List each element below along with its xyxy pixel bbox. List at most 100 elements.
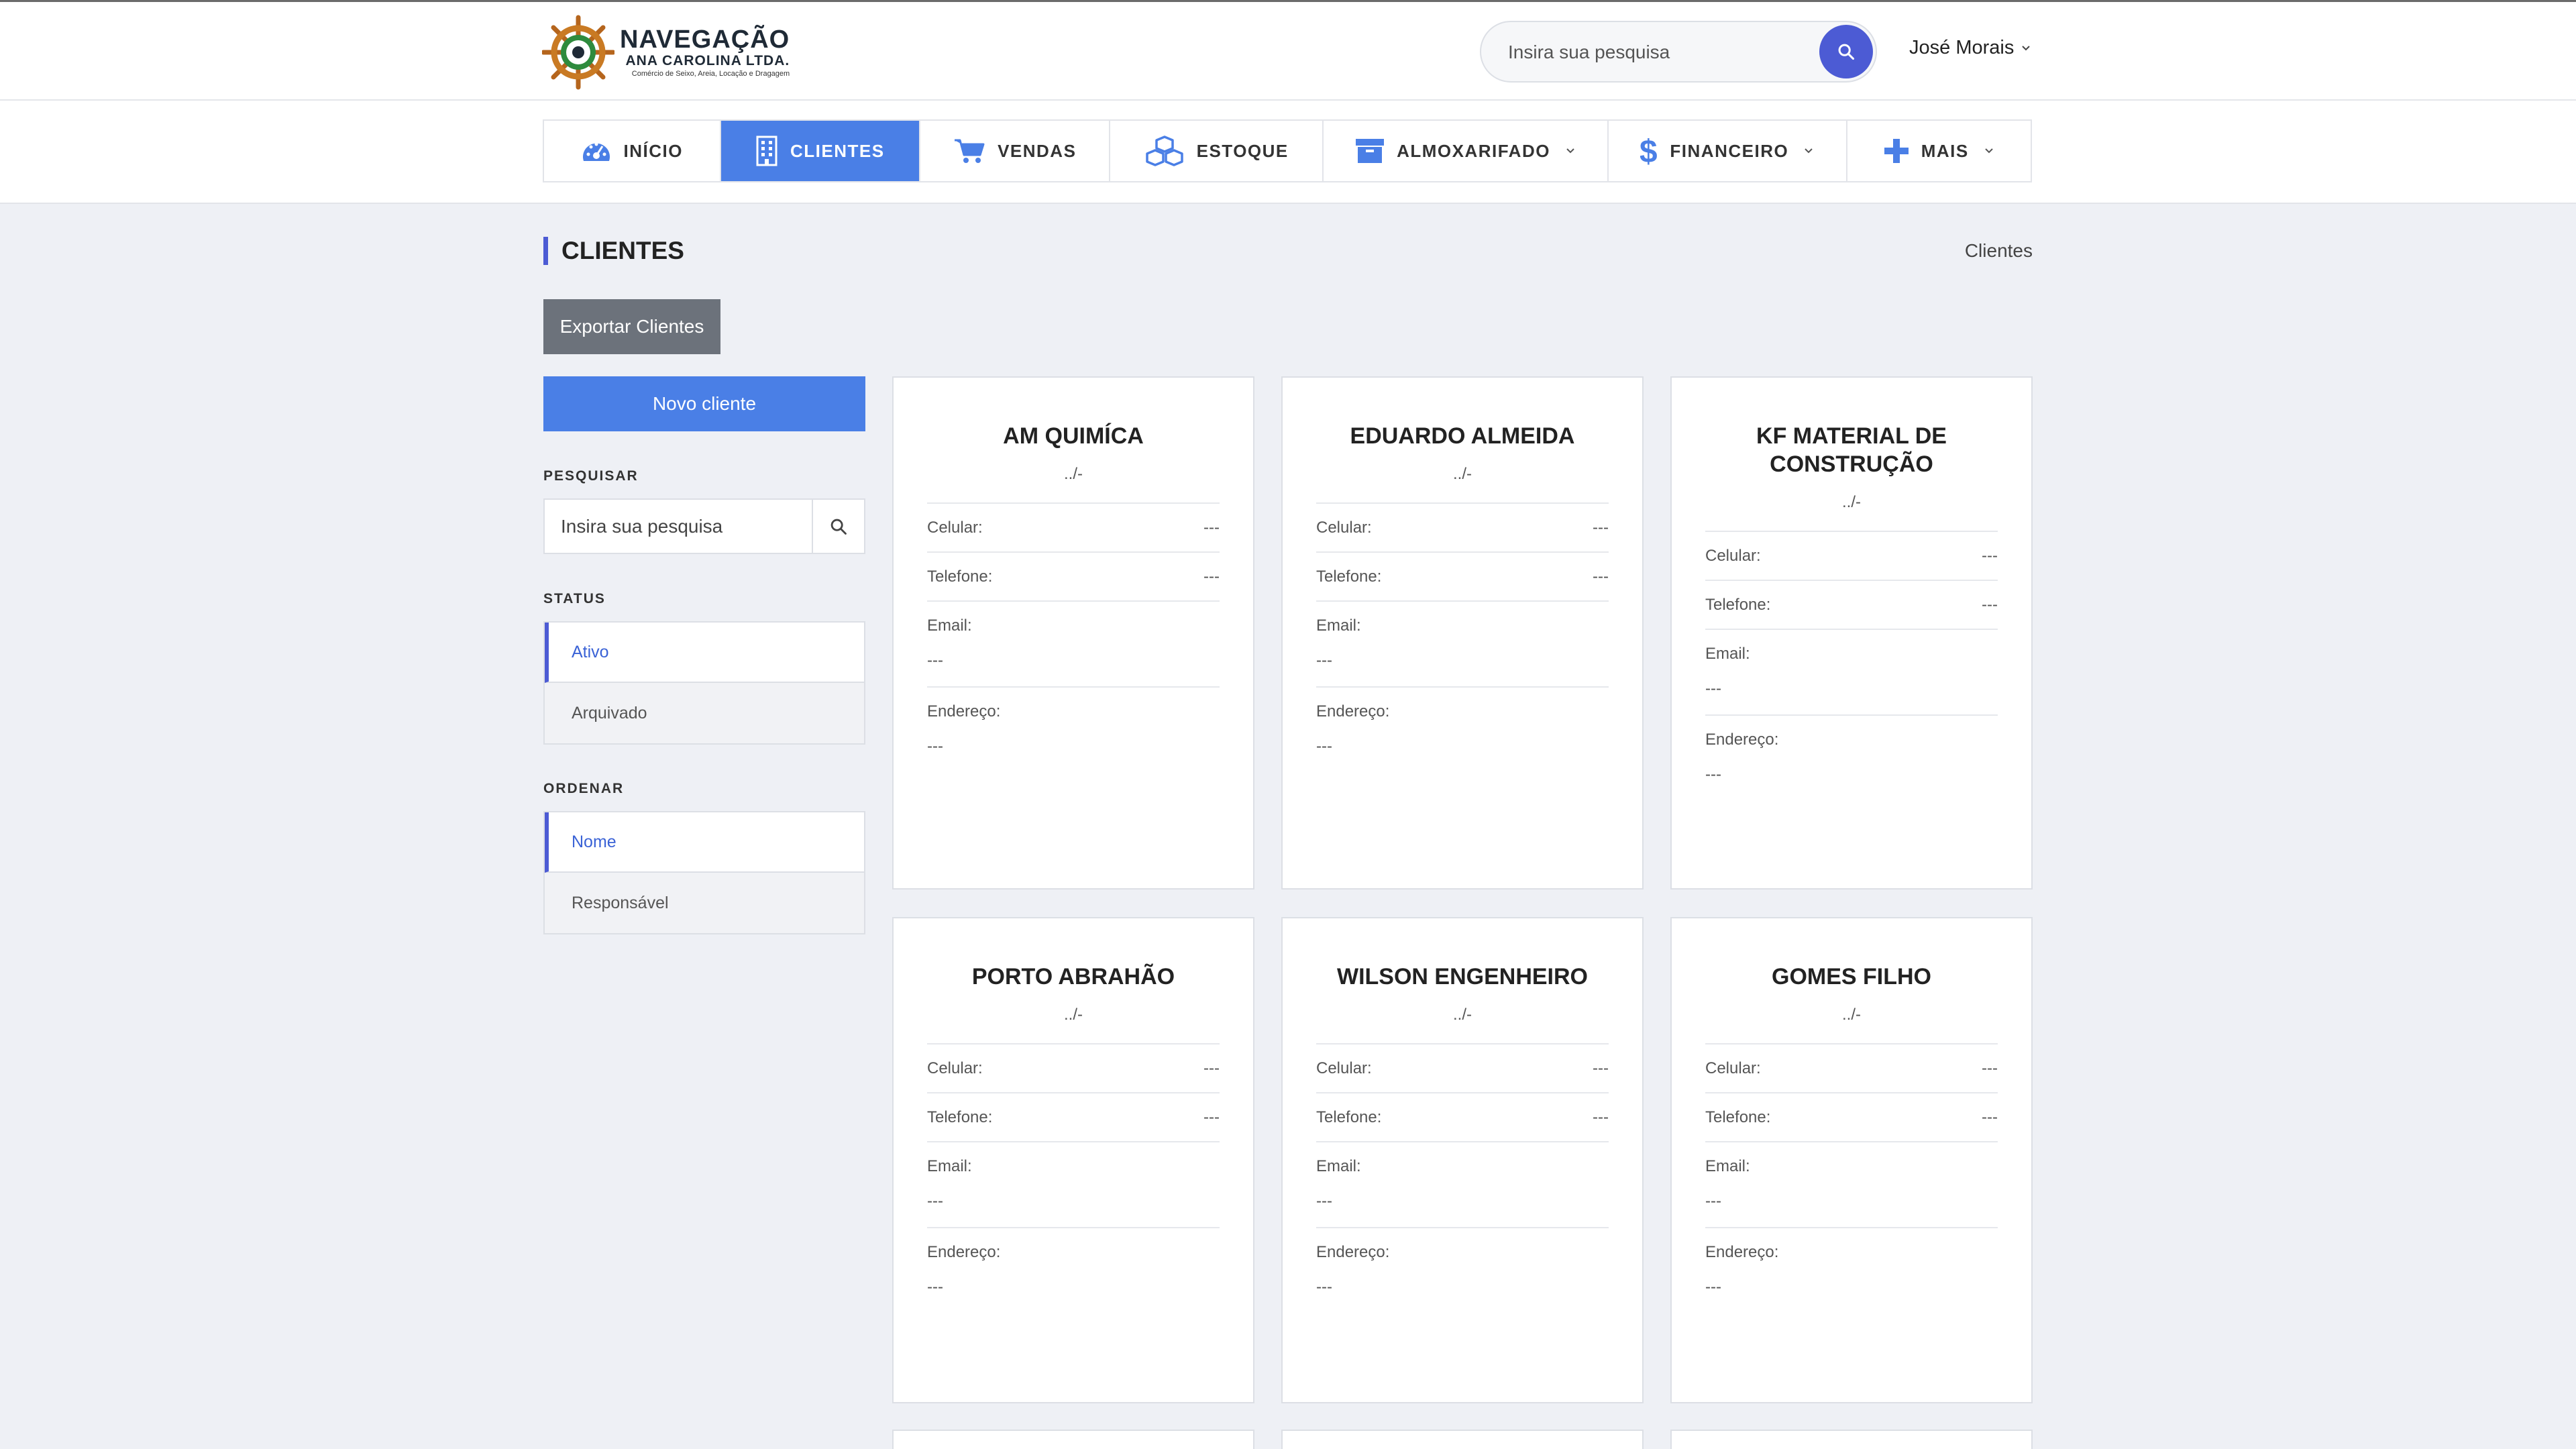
archive-icon — [1356, 139, 1385, 163]
endereco-block: Endereço: --- — [1316, 688, 1609, 772]
celular-value: --- — [1982, 1059, 1998, 1077]
nav-label-clientes: CLIENTES — [790, 140, 885, 161]
client-search — [543, 498, 865, 554]
endereco-value: --- — [927, 1278, 943, 1296]
email-block: Email: --- — [1705, 1142, 1998, 1228]
chevron-down-icon — [2022, 45, 2031, 50]
email-value: --- — [1316, 651, 1332, 669]
nav-label-estoque: ESTOQUE — [1196, 140, 1289, 161]
client-subtitle: ../- — [1842, 1006, 1861, 1024]
client-card-partial[interactable] — [1281, 1430, 1644, 1449]
email-block: Email: --- — [927, 602, 1220, 688]
email-value: --- — [927, 1192, 943, 1210]
email-label: Email: — [1705, 645, 1750, 663]
nav-label-almoxarifado: ALMOXARIFADO — [1397, 140, 1550, 161]
order-section-label: ORDENAR — [543, 781, 625, 796]
order-option-nome[interactable]: Nome — [545, 812, 864, 873]
dashboard-icon — [582, 142, 610, 161]
svg-text:$: $ — [1640, 134, 1658, 168]
client-search-input[interactable] — [561, 512, 796, 541]
endereco-value: --- — [927, 737, 943, 755]
user-menu[interactable]: José Morais — [1909, 37, 2031, 59]
export-clients-button[interactable]: Exportar Clientes — [543, 299, 720, 354]
status-section-label: STATUS — [543, 591, 606, 606]
celular-label: Celular: — [927, 518, 983, 537]
telefone-label: Telefone: — [1705, 1108, 1771, 1126]
celular-value: --- — [1203, 518, 1220, 537]
status-filter: Ativo Arquivado — [543, 621, 865, 745]
top-bar: NAVEGAÇÃO ANA CAROLINA LTDA. Comércio de… — [0, 0, 2576, 101]
client-card[interactable]: AM QUIMÍCA ../- Celular: --- Telefone: ---… — [892, 376, 1254, 890]
client-card[interactable]: KF MATERIAL DE CONSTRUÇÃO ../- Celular: -… — [1670, 376, 2033, 890]
order-option-responsavel[interactable]: Responsável — [545, 873, 864, 933]
endereco-label: Endereço: — [1316, 702, 1390, 720]
status-option-arquivado[interactable]: Arquivado — [545, 683, 864, 743]
telefone-value: --- — [1203, 1108, 1220, 1126]
endereco-block: Endereço: --- — [927, 688, 1220, 772]
company-logo[interactable]: NAVEGAÇÃO ANA CAROLINA LTDA. Comércio de… — [542, 10, 790, 94]
telefone-label: Telefone: — [927, 1108, 993, 1126]
nav-item-vendas[interactable]: VENDAS — [920, 121, 1111, 181]
dollar-icon: $ — [1640, 134, 1658, 168]
endereco-value: --- — [1705, 765, 1721, 784]
telefone-value: --- — [1982, 1108, 1998, 1126]
client-name: PORTO ABRAHÃO — [971, 964, 1175, 989]
client-card[interactable]: EDUARDO ALMEIDA ../- Celular: --- Telefon… — [1281, 376, 1644, 890]
email-value: --- — [1705, 1192, 1721, 1210]
client-card[interactable]: GOMES FILHO ../- Celular: --- Telefone: --… — [1670, 917, 2033, 1403]
search-section-label: PESQUISAR — [543, 468, 639, 484]
global-search-input[interactable] — [1508, 37, 1803, 68]
celular-label: Celular: — [1316, 518, 1372, 537]
client-subtitle: ../- — [1842, 493, 1861, 511]
celular-label: Celular: — [1316, 1059, 1372, 1077]
search-icon — [830, 519, 847, 535]
client-search-button[interactable] — [812, 500, 864, 553]
telefone-row: Telefone: --- — [1316, 553, 1609, 602]
client-fields: Celular: --- Telefone: --- Email: --- Ender… — [927, 502, 1220, 772]
client-subtitle: ../- — [1453, 1006, 1472, 1024]
client-card-partial[interactable] — [1670, 1430, 2033, 1449]
email-label: Email: — [927, 1157, 972, 1175]
client-card-partial[interactable] — [892, 1430, 1254, 1449]
nav-item-almoxarifado[interactable]: ALMOXARIFADO — [1324, 121, 1609, 181]
celular-label: Celular: — [1705, 1059, 1761, 1077]
email-block: Email: --- — [1316, 1142, 1609, 1228]
telefone-row: Telefone: --- — [927, 553, 1220, 602]
celular-row: Celular: --- — [927, 504, 1220, 553]
nav-item-estoque[interactable]: ESTOQUE — [1110, 121, 1324, 181]
global-search-button[interactable] — [1819, 25, 1873, 78]
nav-item-clientes[interactable]: CLIENTES — [720, 121, 920, 181]
telefone-label: Telefone: — [1316, 1108, 1382, 1126]
nav-item-mais[interactable]: MAIS — [1847, 121, 2031, 181]
chevron-down-icon — [1805, 148, 1813, 154]
email-value: --- — [1316, 1192, 1332, 1210]
nav-item-inicio[interactable]: INÍCIO — [544, 121, 721, 181]
client-subtitle: ../- — [1453, 465, 1472, 483]
celular-row: Celular: --- — [1316, 1044, 1609, 1093]
client-card[interactable]: PORTO ABRAHÃO ../- Celular: --- Telefone:… — [892, 917, 1254, 1403]
telefone-row: Telefone: --- — [1705, 1093, 1998, 1142]
celular-row: Celular: --- — [927, 1044, 1220, 1093]
logo-subtitle: ANA CAROLINA LTDA. — [625, 52, 790, 68]
search-icon — [1838, 44, 1855, 60]
breadcrumb[interactable]: Clientes — [1965, 240, 2033, 262]
telefone-row: Telefone: --- — [1316, 1093, 1609, 1142]
telefone-label: Telefone: — [1316, 567, 1382, 586]
client-fields: Celular: --- Telefone: --- Email: --- Ender… — [1705, 1043, 1998, 1313]
endereco-block: Endereço: --- — [1705, 1228, 1998, 1313]
cubes-icon — [1145, 136, 1183, 166]
global-search — [1480, 21, 1877, 83]
status-option-ativo[interactable]: Ativo — [545, 623, 864, 683]
endereco-block: Endereço: --- — [927, 1228, 1220, 1313]
user-name: José Morais — [1909, 37, 2015, 58]
endereco-value: --- — [1705, 1278, 1721, 1296]
endereco-label: Endereço: — [1705, 731, 1779, 749]
telefone-value: --- — [1203, 567, 1220, 586]
nav-label-mais: MAIS — [1921, 140, 1969, 161]
nav-item-financeiro[interactable]: $ FINANCEIRO — [1609, 121, 1847, 181]
new-client-button[interactable]: Novo cliente — [543, 376, 865, 431]
plus-icon — [1884, 139, 1909, 163]
main-nav: INÍCIO CLIENTES VENDAS ESTOQUE ALMOXARIF… — [543, 119, 2032, 182]
client-card[interactable]: WILSON ENGENHEIRO ../- Celular: --- Telef… — [1281, 917, 1644, 1403]
email-block: Email: --- — [1705, 630, 1998, 716]
